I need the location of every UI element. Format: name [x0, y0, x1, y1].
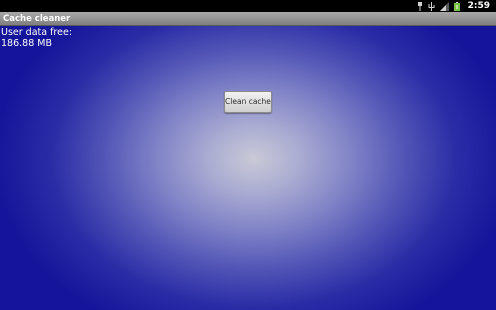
main-content: User data free: 186.88 MB Clean cache — [0, 26, 496, 310]
battery-icon — [453, 1, 460, 11]
usb-debug-icon — [417, 1, 422, 11]
title-bar: Cache cleaner — [0, 12, 496, 26]
user-data-free-value: 186.88 MB — [1, 38, 52, 49]
usb-icon — [428, 1, 435, 11]
status-bar: 2:59 — [0, 0, 496, 12]
status-icons: 2:59 — [417, 1, 490, 11]
clean-cache-button[interactable]: Clean cache — [224, 91, 272, 113]
app-title: Cache cleaner — [3, 14, 71, 24]
screen: 2:59 Cache cleaner User data free: 186.8… — [0, 0, 496, 310]
user-data-free-label: User data free: — [1, 27, 73, 38]
wifi-icon — [439, 1, 449, 11]
status-clock: 2:59 — [467, 1, 490, 11]
